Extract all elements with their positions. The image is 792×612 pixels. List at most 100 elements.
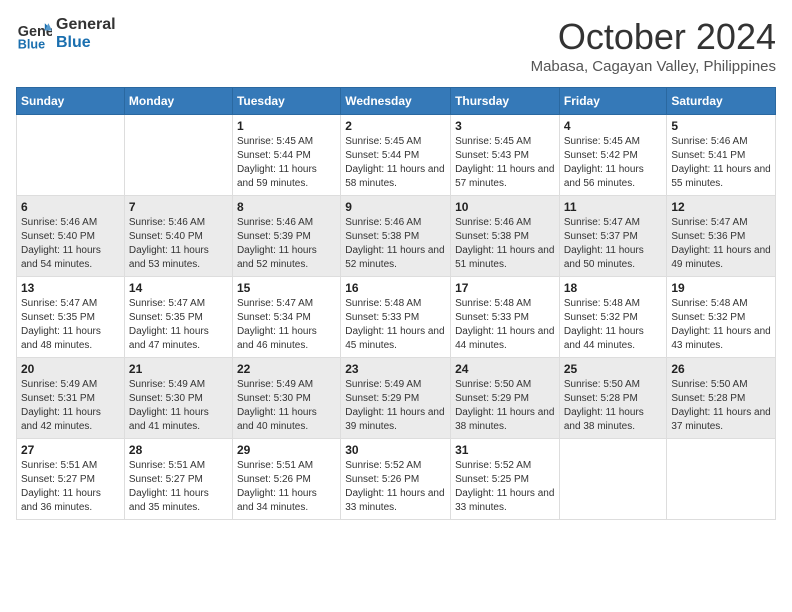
logo-icon: General Blue: [16, 16, 52, 52]
weekday-header-sunday: Sunday: [17, 88, 125, 115]
day-number: 12: [671, 200, 771, 214]
day-info: Sunrise: 5:47 AM Sunset: 5:34 PM Dayligh…: [237, 297, 336, 353]
day-info: Sunrise: 5:45 AM Sunset: 5:44 PM Dayligh…: [345, 135, 446, 191]
day-number: 4: [564, 119, 663, 133]
calendar-cell: 18Sunrise: 5:48 AM Sunset: 5:32 PM Dayli…: [559, 277, 667, 358]
calendar-cell: 8 Sunrise: 5:46 AM Sunset: 5:39 PM Daylig…: [232, 196, 340, 277]
calendar-cell: 10Sunrise: 5:46 AM Sunset: 5:38 PM Dayli…: [451, 196, 560, 277]
svg-text:Blue: Blue: [18, 37, 45, 51]
day-info: Sunrise: 5:46 AM Sunset: 5:39 PM Dayligh…: [237, 216, 336, 272]
calendar-cell: 5 Sunrise: 5:46 AM Sunset: 5:41 PM Daylig…: [667, 115, 776, 196]
day-info: Sunrise: 5:49 AM Sunset: 5:29 PM Dayligh…: [345, 378, 446, 434]
calendar-cell: 3Sunrise: 5:45 AM Sunset: 5:43 PM Daylig…: [451, 115, 560, 196]
day-info: Sunrise: 5:46 AM Sunset: 5:40 PM Dayligh…: [129, 216, 228, 272]
week-row-2: 6 Sunrise: 5:46 AM Sunset: 5:40 PM Daylig…: [17, 196, 776, 277]
day-info: Sunrise: 5:47 AM Sunset: 5:37 PM Dayligh…: [564, 216, 663, 272]
calendar-cell: 29 Sunrise: 5:51 AM Sunset: 5:26 PM Dayli…: [232, 439, 340, 520]
day-number: 25: [564, 362, 663, 376]
day-info: Sunrise: 5:49 AM Sunset: 5:30 PM Dayligh…: [237, 378, 336, 434]
day-number: 23: [345, 362, 446, 376]
day-info: Sunrise: 5:46 AM Sunset: 5:41 PM Dayligh…: [671, 135, 771, 191]
day-number: 27: [21, 443, 120, 457]
day-info: Sunrise: 5:52 AM Sunset: 5:25 PM Dayligh…: [455, 459, 555, 515]
day-number: 17: [455, 281, 555, 295]
day-number: 21: [129, 362, 228, 376]
day-info: Sunrise: 5:47 AM Sunset: 5:35 PM Dayligh…: [129, 297, 228, 353]
calendar-cell: 22 Sunrise: 5:49 AM Sunset: 5:30 PM Dayli…: [232, 358, 340, 439]
calendar-cell: 19 Sunrise: 5:48 AM Sunset: 5:32 PM Dayli…: [667, 277, 776, 358]
calendar-table: SundayMondayTuesdayWednesdayThursdayFrid…: [16, 87, 776, 520]
day-info: Sunrise: 5:48 AM Sunset: 5:33 PM Dayligh…: [455, 297, 555, 353]
calendar-cell: 15 Sunrise: 5:47 AM Sunset: 5:34 PM Dayli…: [232, 277, 340, 358]
day-info: Sunrise: 5:50 AM Sunset: 5:29 PM Dayligh…: [455, 378, 555, 434]
weekday-header-tuesday: Tuesday: [232, 88, 340, 115]
day-info: Sunrise: 5:46 AM Sunset: 5:40 PM Dayligh…: [21, 216, 120, 272]
calendar-cell: 26Sunrise: 5:50 AM Sunset: 5:28 PM Dayli…: [667, 358, 776, 439]
calendar-cell: 30Sunrise: 5:52 AM Sunset: 5:26 PM Dayli…: [341, 439, 451, 520]
calendar-cell: 7Sunrise: 5:46 AM Sunset: 5:40 PM Daylig…: [124, 196, 232, 277]
calendar-cell: [667, 439, 776, 520]
calendar-cell: 25 Sunrise: 5:50 AM Sunset: 5:28 PM Dayli…: [559, 358, 667, 439]
day-number: 16: [345, 281, 446, 295]
week-row-5: 27 Sunrise: 5:51 AM Sunset: 5:27 PM Dayli…: [17, 439, 776, 520]
weekday-header-thursday: Thursday: [451, 88, 560, 115]
week-row-3: 13 Sunrise: 5:47 AM Sunset: 5:35 PM Dayli…: [17, 277, 776, 358]
day-number: 10: [455, 200, 555, 214]
calendar-cell: 24Sunrise: 5:50 AM Sunset: 5:29 PM Dayli…: [451, 358, 560, 439]
day-info: Sunrise: 5:51 AM Sunset: 5:26 PM Dayligh…: [237, 459, 336, 515]
weekday-header-friday: Friday: [559, 88, 667, 115]
calendar-cell: 1Sunrise: 5:45 AM Sunset: 5:44 PM Daylig…: [232, 115, 340, 196]
day-number: 5: [671, 119, 771, 133]
day-number: 14: [129, 281, 228, 295]
day-number: 11: [564, 200, 663, 214]
day-number: 3: [455, 119, 555, 133]
day-number: 8: [237, 200, 336, 214]
calendar-cell: 17 Sunrise: 5:48 AM Sunset: 5:33 PM Dayli…: [451, 277, 560, 358]
calendar-cell: [17, 115, 125, 196]
day-number: 9: [345, 200, 446, 214]
day-info: Sunrise: 5:47 AM Sunset: 5:36 PM Dayligh…: [671, 216, 771, 272]
calendar-cell: 16 Sunrise: 5:48 AM Sunset: 5:33 PM Dayli…: [341, 277, 451, 358]
day-number: 22: [237, 362, 336, 376]
weekday-header-monday: Monday: [124, 88, 232, 115]
day-info: Sunrise: 5:49 AM Sunset: 5:31 PM Dayligh…: [21, 378, 120, 434]
calendar-cell: 13 Sunrise: 5:47 AM Sunset: 5:35 PM Dayli…: [17, 277, 125, 358]
calendar-cell: 31 Sunrise: 5:52 AM Sunset: 5:25 PM Dayli…: [451, 439, 560, 520]
day-number: 26: [671, 362, 771, 376]
day-number: 19: [671, 281, 771, 295]
day-info: Sunrise: 5:50 AM Sunset: 5:28 PM Dayligh…: [564, 378, 663, 434]
calendar-cell: 21 Sunrise: 5:49 AM Sunset: 5:30 PM Dayli…: [124, 358, 232, 439]
calendar-cell: 9 Sunrise: 5:46 AM Sunset: 5:38 PM Daylig…: [341, 196, 451, 277]
calendar-cell: 12 Sunrise: 5:47 AM Sunset: 5:36 PM Dayli…: [667, 196, 776, 277]
calendar-cell: [124, 115, 232, 196]
weekday-header-saturday: Saturday: [667, 88, 776, 115]
day-number: 6: [21, 200, 120, 214]
header: General Blue General Blue October 2024 M…: [16, 16, 776, 75]
calendar-cell: 6 Sunrise: 5:46 AM Sunset: 5:40 PM Daylig…: [17, 196, 125, 277]
day-info: Sunrise: 5:51 AM Sunset: 5:27 PM Dayligh…: [129, 459, 228, 515]
day-info: Sunrise: 5:48 AM Sunset: 5:33 PM Dayligh…: [345, 297, 446, 353]
day-info: Sunrise: 5:49 AM Sunset: 5:30 PM Dayligh…: [129, 378, 228, 434]
title-block: October 2024 Mabasa, Cagayan Valley, Phi…: [531, 16, 776, 75]
calendar-cell: 20 Sunrise: 5:49 AM Sunset: 5:31 PM Dayli…: [17, 358, 125, 439]
day-number: 30: [345, 443, 446, 457]
weekday-header-row: SundayMondayTuesdayWednesdayThursdayFrid…: [17, 88, 776, 115]
day-number: 13: [21, 281, 120, 295]
day-info: Sunrise: 5:47 AM Sunset: 5:35 PM Dayligh…: [21, 297, 120, 353]
week-row-4: 20 Sunrise: 5:49 AM Sunset: 5:31 PM Dayli…: [17, 358, 776, 439]
logo-general: General: [56, 16, 116, 34]
day-number: 31: [455, 443, 555, 457]
day-number: 29: [237, 443, 336, 457]
weekday-header-wednesday: Wednesday: [341, 88, 451, 115]
calendar-cell: 28Sunrise: 5:51 AM Sunset: 5:27 PM Dayli…: [124, 439, 232, 520]
day-info: Sunrise: 5:46 AM Sunset: 5:38 PM Dayligh…: [345, 216, 446, 272]
day-number: 15: [237, 281, 336, 295]
day-number: 2: [345, 119, 446, 133]
calendar-cell: 2 Sunrise: 5:45 AM Sunset: 5:44 PM Daylig…: [341, 115, 451, 196]
day-info: Sunrise: 5:48 AM Sunset: 5:32 PM Dayligh…: [671, 297, 771, 353]
day-number: 20: [21, 362, 120, 376]
calendar-cell: 23 Sunrise: 5:49 AM Sunset: 5:29 PM Dayli…: [341, 358, 451, 439]
calendar-cell: 4Sunrise: 5:45 AM Sunset: 5:42 PM Daylig…: [559, 115, 667, 196]
calendar-cell: 11 Sunrise: 5:47 AM Sunset: 5:37 PM Dayli…: [559, 196, 667, 277]
month-title: October 2024: [531, 16, 776, 58]
